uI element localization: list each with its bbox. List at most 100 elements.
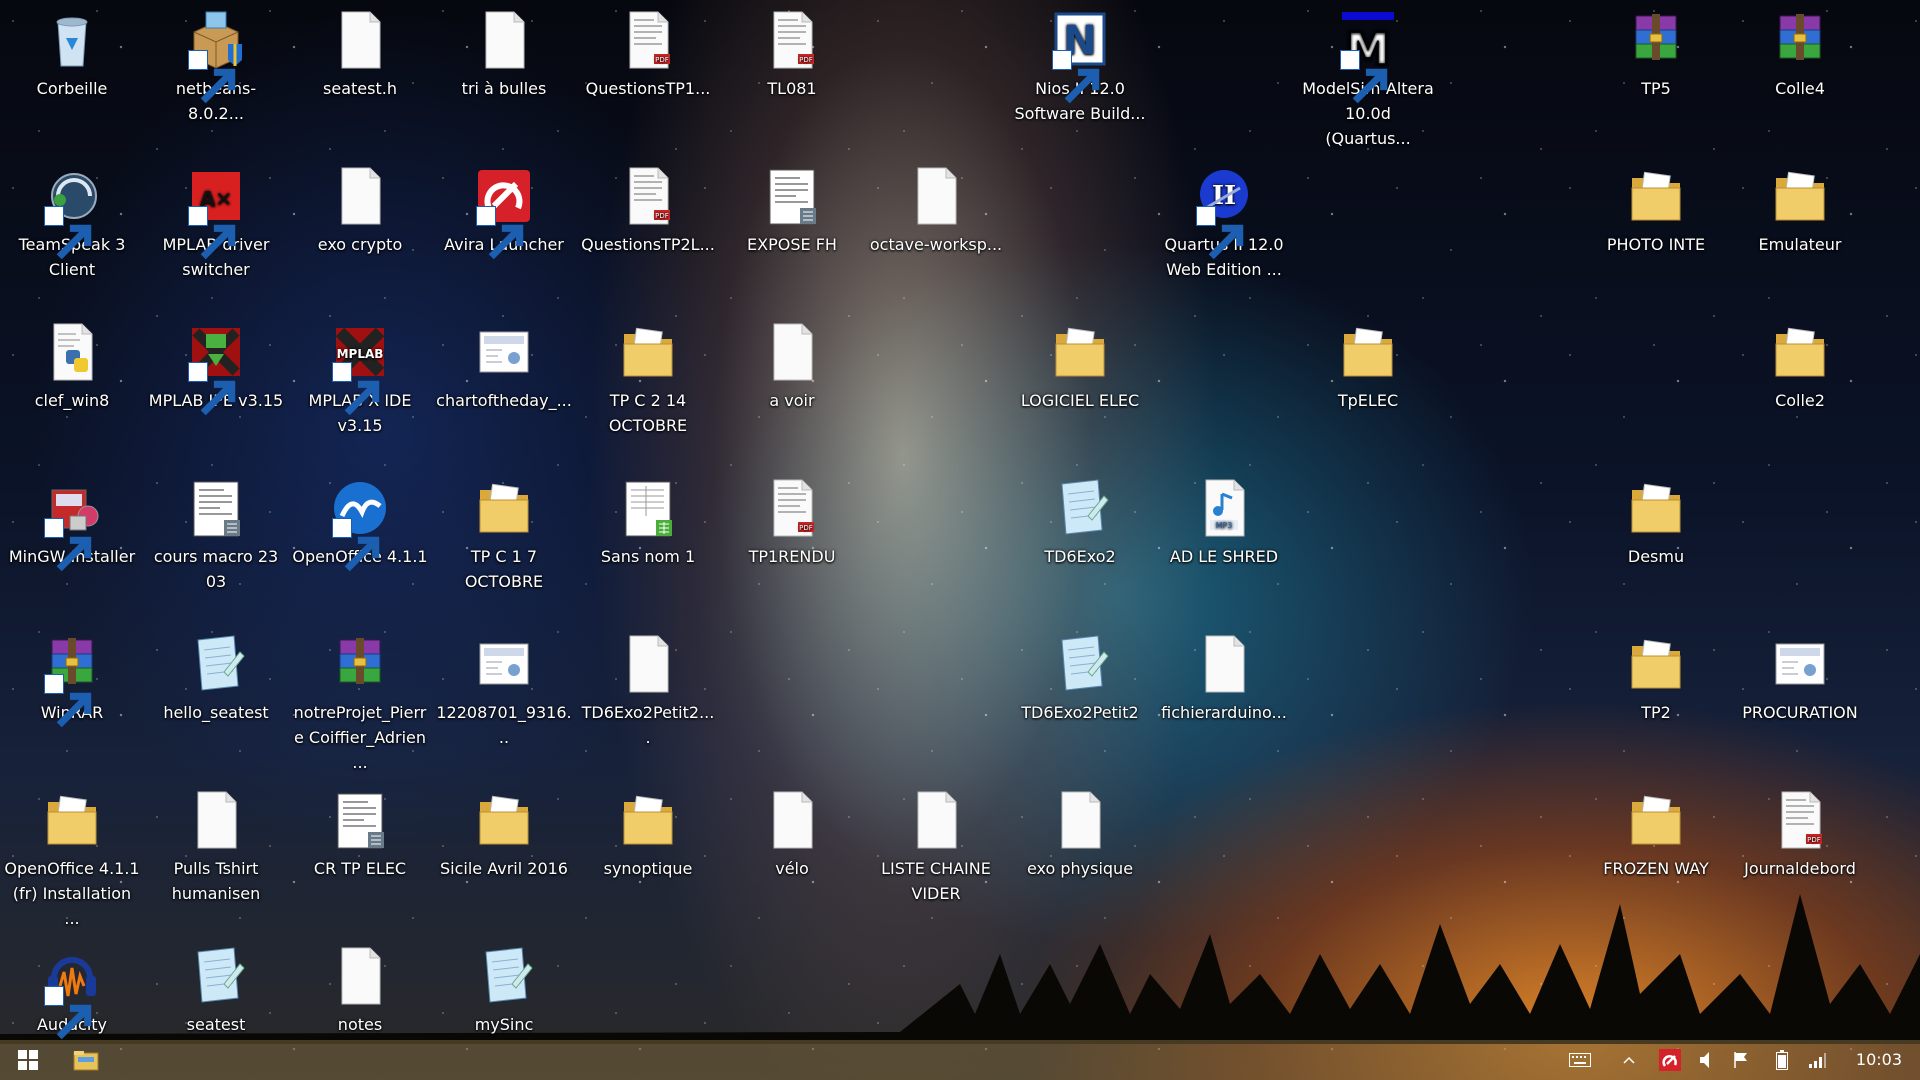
desktop-icon-label: TP5 [1641,79,1671,98]
desktop-icon[interactable]: TP5 [1586,0,1726,101]
desktop-icon[interactable]: mySinc [434,936,574,1037]
file-icon [760,320,824,384]
file-icon [328,8,392,72]
desktop-icon[interactable]: EXPOSE FH [722,156,862,257]
desktop-icon[interactable]: notes [290,936,430,1037]
desktop-icon[interactable]: TP2 [1586,624,1726,725]
desktop-icon[interactable]: a voir [722,312,862,413]
desktop-icon[interactable]: Audacity [2,936,142,1040]
desktop-icon[interactable]: IIQuartus II 12.0 Web Edition ... [1154,156,1294,282]
desktop-icon-label: FROZEN WAY [1603,859,1709,878]
desktop-icon[interactable]: exo crypto [290,156,430,257]
desktop-icon-label: mySinc [474,1015,534,1034]
desktop-icon[interactable]: 12208701_9316... [434,624,574,750]
desktop-icon[interactable]: FROZEN WAY [1586,780,1726,881]
desktop-icon[interactable]: TD6Exo2 [1010,468,1150,569]
desktop-icon-label: hello_seatest [163,703,269,722]
desktop-icon[interactable]: MP3 AD LE SHRED [1154,468,1294,569]
pdf-icon: PDF [616,8,680,72]
desktop-icon[interactable]: CR TP ELEC [290,780,430,881]
desktop-icon[interactable]: Avira Launcher [434,156,574,260]
shortcut-arrow-icon [44,986,92,1040]
desktop-icon[interactable]: OpenOffice 4.1.1 [290,468,430,572]
desktop-icon[interactable]: chartoftheday_... [434,312,574,413]
desktop-icon[interactable]: TD6Exo2Petit2.... [578,624,718,750]
desktop-icon[interactable]: synoptique [578,780,718,881]
desktop-icon[interactable]: Sans nom 1 [578,468,718,569]
desktop-icon[interactable]: hello_seatest [146,624,286,725]
desktop-icon[interactable]: A✕ MPLAB driver switcher [146,156,286,282]
desktop-icon[interactable]: PHOTO INTE [1586,156,1726,257]
windows-logo-icon [18,1050,38,1070]
desktop-icon[interactable]: Emulateur [1730,156,1870,257]
keyboard-tray-icon[interactable] [1566,1040,1594,1080]
avira-icon [472,164,536,260]
desktop-icon[interactable]: LOGICIEL ELEC [1010,312,1150,413]
desktop-icon[interactable]: PDF QuestionsTP2L... [578,156,718,257]
desktop-icon[interactable]: PDF Journaldebord [1730,780,1870,881]
desktop-icon[interactable]: netbeans-8.0.2... [146,0,286,126]
show-hidden-icons-button[interactable] [1616,1040,1642,1080]
desktop-icon[interactable]: N Nios II 12.0 Software Build... [1010,0,1150,126]
doc-icon [184,476,248,540]
desktop-icon[interactable]: OpenOffice 4.1.1 (fr) Installation ... [2,780,142,931]
desktop-icon[interactable]: PDF TP1RENDU [722,468,862,569]
battery-tray-icon[interactable] [1770,1040,1794,1080]
python-icon [40,320,104,384]
desktop-icon[interactable]: PDF TL081 [722,0,862,101]
desktop-icon[interactable]: cours macro 23 03 [146,468,286,594]
desktop-icon[interactable]: PDF QuestionsTP1... [578,0,718,101]
desktop-icon-label: Emulateur [1758,235,1842,254]
desktop-icon[interactable]: fichierarduino... [1154,624,1294,725]
desktop-icon[interactable]: TD6Exo2Petit2 [1010,624,1150,725]
desktop-icon-label: vélo [775,859,809,878]
folder-icon [472,788,536,852]
desktop-icon[interactable]: Pulls Tshirt humanisen [146,780,286,906]
volume-tray-icon[interactable] [1694,1040,1720,1080]
desktop-icon[interactable]: MPLAB MPLAB X IDE v3.15 [290,312,430,438]
desktop-icon[interactable]: PROCURATION [1730,624,1870,725]
desktop-icon[interactable]: octave-worksp... [866,156,1006,257]
desktop-icon-label: Colle2 [1775,391,1825,410]
taskbar-clock[interactable]: 10:03 [1856,1040,1902,1080]
file-icon [328,164,392,228]
desktop-icon-label: TP2 [1641,703,1671,722]
desktop-icon[interactable]: tri à bulles [434,0,574,101]
desktop-icon[interactable]: MPLAB IPE v3.15 [146,312,286,416]
network-tray-icon[interactable] [1804,1040,1830,1080]
desktop-icon-label: OpenOffice 4.1.1 (fr) Installation ... [4,859,140,928]
desktop-icon[interactable]: TP C 2 14 OCTOBRE [578,312,718,438]
start-button[interactable] [0,1040,56,1080]
desktop-icon[interactable]: Desmu [1586,468,1726,569]
desktop-icon[interactable]: seatest.h [290,0,430,101]
desktop-icon[interactable]: M ModelSim-Altera 10.0d (Quartus... [1298,0,1438,151]
file-explorer-button[interactable] [64,1040,108,1080]
avira-tray-icon[interactable] [1656,1040,1684,1080]
desktop-icon-label: TP C 2 14 OCTOBRE [608,391,688,435]
shortcut-arrow-icon [44,518,92,572]
file-icon [472,8,536,72]
taskbar: 10:03 [0,1040,1920,1080]
desktop-icon[interactable]: vélo [722,780,862,881]
desktop-icon[interactable]: seatest [146,936,286,1037]
desktop-icon[interactable]: TP C 1 7 OCTOBRE [434,468,574,594]
desktop-icon[interactable]: LISTE CHAINE VIDER [866,780,1006,906]
desktop-icon[interactable]: TeamSpeak 3 Client [2,156,142,282]
desktop-icon[interactable]: WinRAR [2,624,142,728]
file-icon [1048,788,1112,852]
desktop-icon[interactable]: Sicile Avril 2016 [434,780,574,881]
shortcut-arrow-icon [188,50,236,104]
desktop-icon[interactable]: Corbeille [2,0,142,101]
desktop-icon[interactable]: notreProjet_Pierre Coiffier_Adrien ... [290,624,430,775]
desktop-icon[interactable]: Colle4 [1730,0,1870,101]
shortcut-arrow-icon [188,362,236,416]
file-icon [1192,632,1256,696]
desktop-icon[interactable]: TpELEC [1298,312,1438,413]
desktop-icon-label: CR TP ELEC [313,859,407,878]
desktop-icon-label: notreProjet_Pierre Coiffier_Adrien ... [293,703,427,772]
desktop-icon[interactable]: exo physique [1010,780,1150,881]
desktop-icon[interactable]: MinGW Installer [2,468,142,572]
desktop-icon[interactable]: clef_win8 [2,312,142,413]
action-center-flag-icon[interactable] [1728,1040,1754,1080]
desktop-icon[interactable]: Colle2 [1730,312,1870,413]
